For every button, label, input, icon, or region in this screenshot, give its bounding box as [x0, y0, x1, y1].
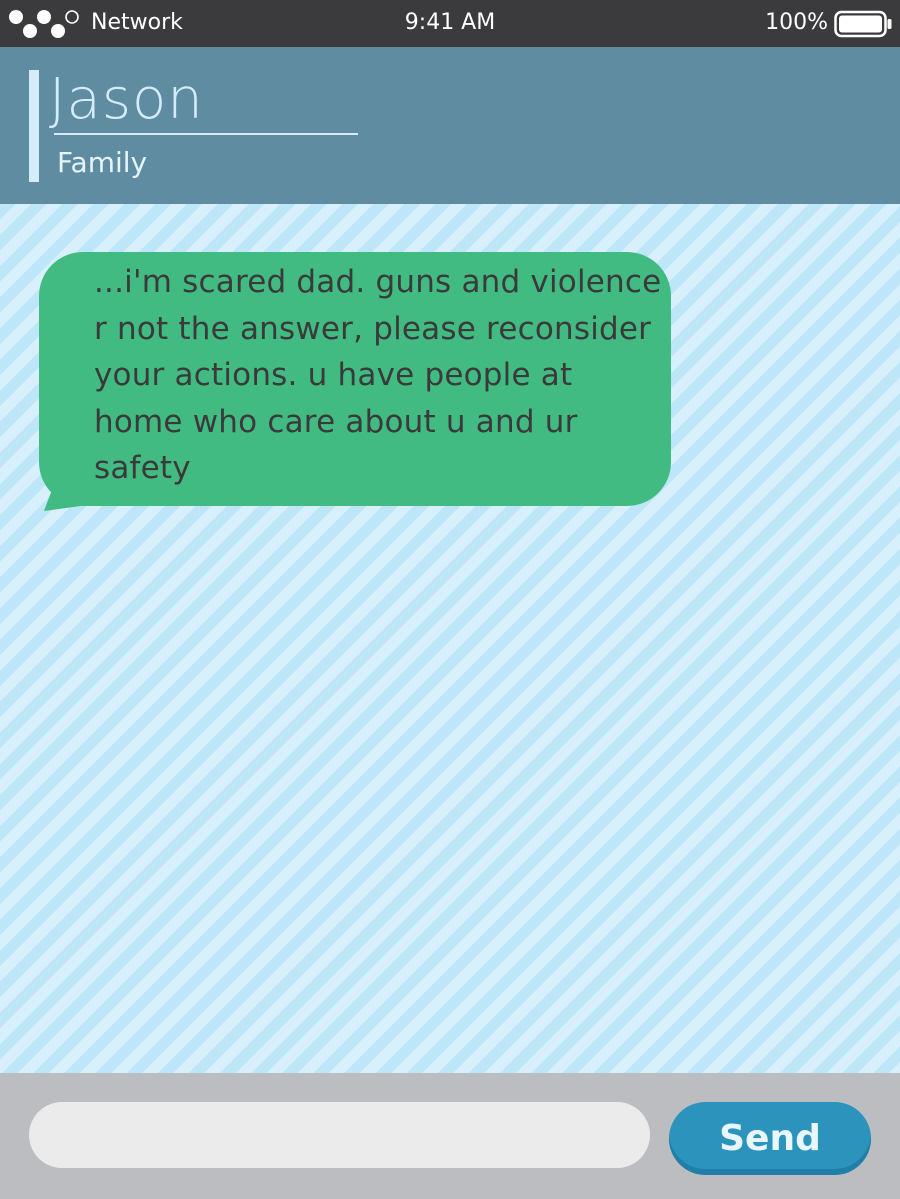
incoming-message-bubble[interactable]: ...i'm scared dad. guns and violence r n…: [39, 252, 671, 506]
message-input[interactable]: [29, 1102, 650, 1168]
status-bar: Network 9:41 AM 100%: [0, 0, 900, 47]
message-text: ...i'm scared dad. guns and violence r n…: [94, 264, 662, 486]
name-underline: [54, 133, 358, 135]
contact-name: Jason: [49, 67, 204, 132]
battery-icon: [834, 10, 892, 38]
header-accent-bar: [29, 70, 39, 182]
message-thread[interactable]: ...i'm scared dad. guns and violence r n…: [0, 204, 900, 1073]
battery-percent: 100%: [765, 10, 828, 35]
send-button[interactable]: Send: [669, 1102, 871, 1175]
composer-bar: Send: [0, 1073, 900, 1199]
contact-group: Family: [57, 146, 148, 179]
conversation-header: Jason Family: [0, 47, 900, 204]
